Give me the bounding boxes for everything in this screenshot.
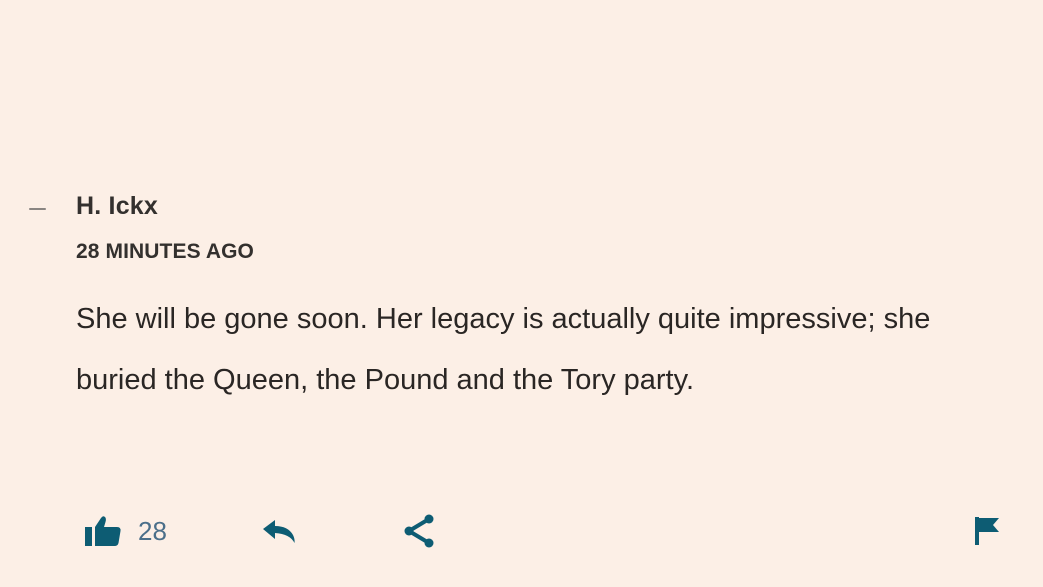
flag-icon (974, 517, 1000, 550)
minus-icon (29, 208, 46, 210)
collapse-thread-button[interactable] (27, 198, 49, 220)
comment-timestamp: 28 MINUTES AGO (76, 240, 254, 263)
share-button[interactable] (403, 514, 435, 548)
reply-arrow-icon (262, 520, 296, 549)
reply-button[interactable] (262, 519, 296, 545)
thumbs-up-icon (84, 515, 122, 547)
like-count: 28 (138, 516, 167, 546)
report-button[interactable] (974, 516, 1000, 546)
comment-body: She will be gone soon. Her legacy is act… (76, 303, 931, 396)
comment-author[interactable]: H. Ickx (76, 192, 158, 221)
comment-actions: 28 (0, 505, 1043, 555)
share-icon (403, 514, 435, 552)
like-button[interactable]: 28 (84, 511, 167, 551)
